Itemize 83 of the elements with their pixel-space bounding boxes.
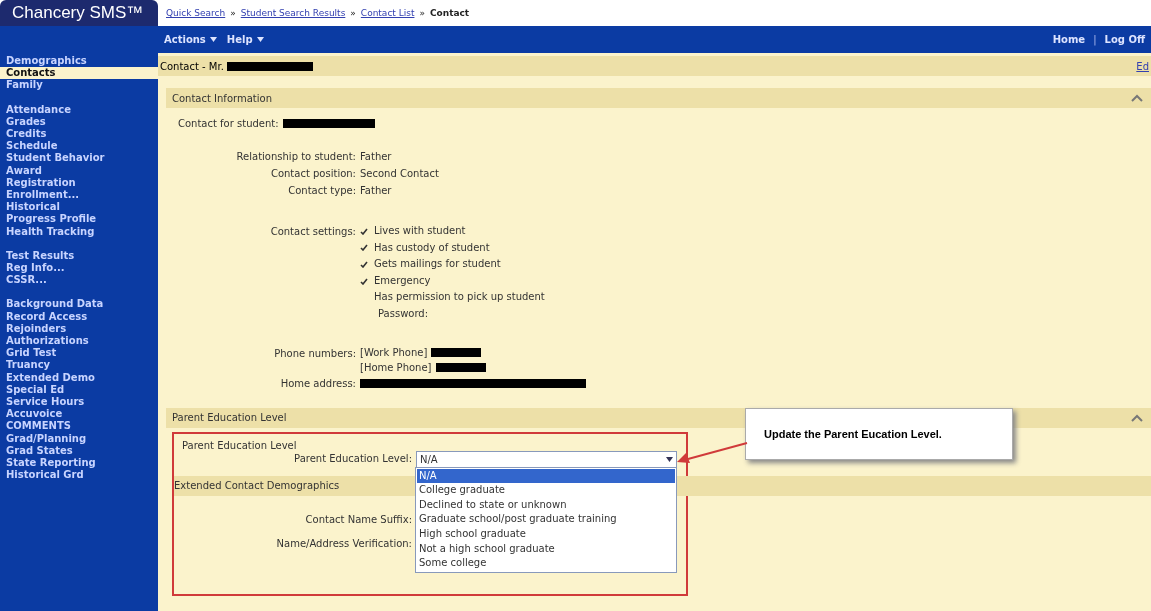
- nav-separator: |: [1093, 34, 1097, 45]
- caret-icon: [209, 37, 217, 42]
- redaction-bar: [435, 362, 486, 372]
- sidebar-item[interactable]: Historical Grd: [0, 469, 158, 482]
- select-value: N/A: [420, 452, 438, 467]
- sidebar-item[interactable]: Grad/Planning: [0, 432, 158, 445]
- sidebar-item[interactable]: Health Tracking: [0, 225, 158, 238]
- sidebar-item[interactable]: Test Results: [0, 249, 158, 263]
- sidebar-item[interactable]: Authorizations: [0, 335, 158, 348]
- sidebar-item[interactable]: Truancy: [0, 359, 158, 372]
- setting-text: Password:: [377, 306, 429, 321]
- sidebar-item[interactable]: Grid Test: [0, 347, 158, 360]
- sidebar-item[interactable]: Award: [0, 164, 158, 177]
- sidebar-item[interactable]: Demographics: [0, 55, 158, 68]
- sidebar-item[interactable]: Registration: [0, 176, 158, 190]
- sidebar-item[interactable]: Record Access: [0, 310, 158, 323]
- sidebar-item[interactable]: Schedule: [0, 140, 158, 153]
- field-value: Second Contact: [360, 167, 440, 181]
- sidebar-item[interactable]: Grades: [0, 115, 158, 128]
- redaction-bar: [431, 347, 482, 357]
- field-label: Contact Name Suffix:: [304, 512, 412, 527]
- field-label: Contact for student:: [178, 118, 279, 129]
- setting-label: Gets mailings for student: [374, 257, 501, 272]
- field-label: Contact position:: [269, 167, 356, 181]
- setting-label: Has custody of student: [374, 240, 490, 255]
- sidebar-item[interactable]: Special Ed: [0, 383, 158, 397]
- field-label: Relationship to student:: [235, 150, 356, 164]
- field-value: Father: [360, 150, 393, 164]
- subsection-title: Parent Education Level: [181, 438, 298, 451]
- breadcrumb-link[interactable]: Contact List: [360, 8, 415, 18]
- app-logo: Chancery SMS™: [0, 0, 158, 26]
- sidebar-item[interactable]: Extended Demo: [0, 371, 158, 384]
- sidebar-item[interactable]: Grad States: [0, 444, 158, 458]
- setting-label: Lives with student: [374, 224, 466, 238]
- field-label: Name/Address Verification:: [275, 536, 412, 551]
- field-label: Contact type:: [287, 184, 356, 198]
- setting-label: Emergency: [374, 273, 431, 288]
- sidebar-item[interactable]: Historical: [0, 201, 158, 214]
- sidebar-item[interactable]: Reg Info...: [0, 262, 158, 275]
- contact-title: Contact - Mr.: [160, 60, 224, 72]
- sidebar-item[interactable]: COMMENTS: [0, 420, 158, 433]
- breadcrumb-current: Contact: [429, 8, 470, 18]
- sidebar-item[interactable]: CSSR...: [0, 274, 158, 287]
- nav-link[interactable]: Home: [1052, 34, 1086, 45]
- callout-note: Update the Parent Eucation Level.: [745, 408, 1013, 460]
- sidebar-item[interactable]: Accuvoice: [0, 408, 158, 421]
- breadcrumb-separator: »: [230, 8, 236, 18]
- caret-icon: [666, 457, 673, 463]
- field-value: Father: [360, 184, 393, 198]
- caret-icon: [256, 37, 264, 42]
- setting-label: Has permission to pick up student: [374, 290, 545, 305]
- collapse-icon[interactable]: [1131, 94, 1143, 102]
- sidebar-item[interactable]: Contacts: [0, 67, 158, 80]
- section-title: Contact Information: [172, 92, 272, 104]
- breadcrumb-link[interactable]: Quick Search: [166, 8, 226, 18]
- sidebar-item[interactable]: Progress Profile: [0, 213, 158, 226]
- field-label: Phone numbers:: [273, 346, 356, 361]
- dropdown-option[interactable]: N/A: [417, 468, 675, 484]
- sidebar-item[interactable]: Enrollment...: [0, 189, 158, 202]
- sidebar-item[interactable]: Student Behavior: [0, 152, 158, 165]
- nav-link[interactable]: Log Off: [1104, 34, 1145, 45]
- section-title: Parent Education Level: [172, 412, 287, 424]
- sidebar-item[interactable]: Background Data: [0, 298, 158, 311]
- education-select[interactable]: N/A: [416, 450, 677, 469]
- breadcrumb-link[interactable]: Student Search Results: [240, 8, 346, 18]
- sidebar-item[interactable]: Credits: [0, 128, 158, 141]
- sidebar-item[interactable]: State Reporting: [0, 457, 158, 470]
- sidebar-item[interactable]: Service Hours: [0, 396, 158, 409]
- collapse-icon[interactable]: [1131, 413, 1143, 422]
- field-label: Home address:: [279, 376, 356, 391]
- phone-type: [Work Phone]: [360, 345, 428, 360]
- field-label: Parent Education Level:: [293, 451, 412, 466]
- menu-item[interactable]: Help: [226, 34, 264, 45]
- section-title: Extended Contact Demographics: [174, 480, 340, 492]
- sidebar-item[interactable]: Family: [0, 79, 158, 92]
- phone-type: [Home Phone]: [360, 360, 432, 375]
- menu-item[interactable]: Actions: [164, 34, 217, 45]
- sidebar-item[interactable]: Rejoinders: [0, 322, 158, 336]
- field-label: Contact settings:: [269, 225, 356, 239]
- breadcrumb-separator: »: [419, 8, 425, 18]
- breadcrumb-separator: »: [350, 8, 356, 18]
- sidebar-item[interactable]: Attendance: [0, 103, 158, 116]
- edit-link[interactable]: Ed: [1136, 60, 1149, 72]
